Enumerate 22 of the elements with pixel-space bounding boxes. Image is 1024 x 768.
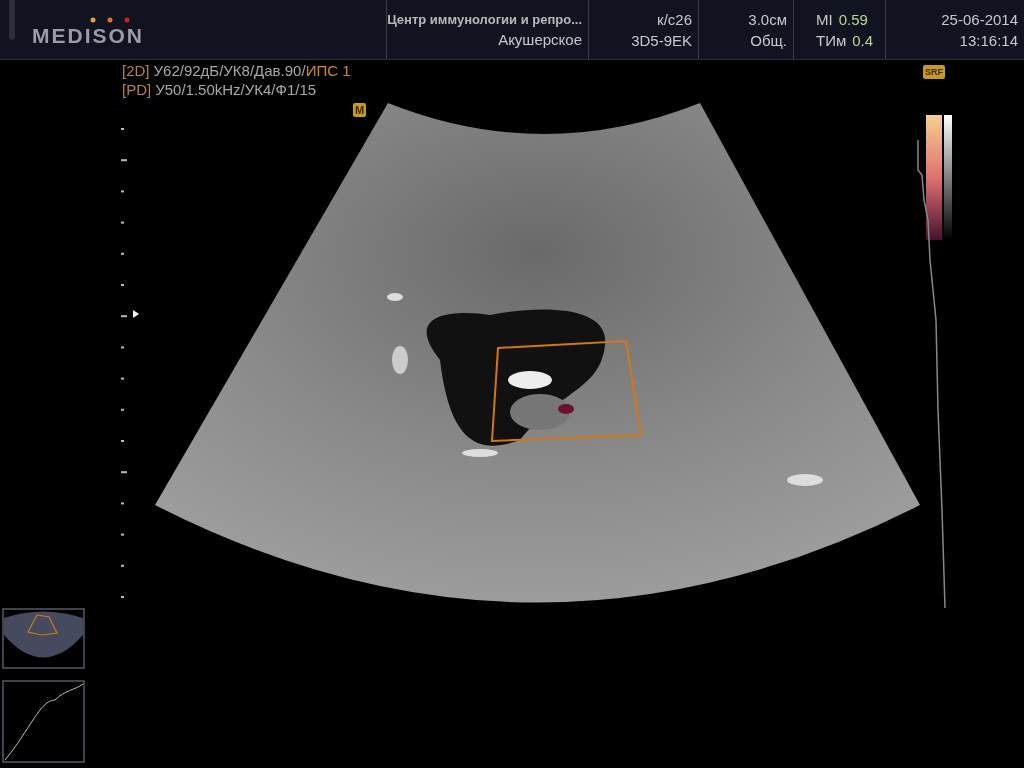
mode-tag: [PD] (122, 81, 152, 98)
ti-label: ТИм (816, 31, 847, 49)
imaging-parameters: У50/1.50kHz/УК4/Ф1/15 (155, 81, 317, 98)
m-badge: M (353, 103, 367, 117)
focus-marker-icon (133, 310, 139, 318)
mi-value: 0.59 (838, 10, 868, 28)
exam-preset: Акушерское (498, 30, 582, 48)
exam-time: 13:16:14 (959, 31, 1018, 49)
srf-badge: SRF (923, 65, 945, 79)
logo-dots-icon (90, 17, 132, 23)
mode-label: Общ. (750, 31, 787, 49)
brand-logo: MEDISON (32, 24, 144, 48)
depth-value: 3.0см (748, 10, 787, 28)
exam-date: 25-06-2014 (941, 10, 1018, 28)
institution-name: Центр иммунологии и репро... (387, 11, 582, 27)
mi-label: MI (816, 10, 833, 28)
mode-tag: [2D] (122, 62, 150, 79)
ti-value: 0.4 (852, 31, 874, 49)
flow-spot (558, 404, 574, 414)
frame-rate: к/с26 (657, 10, 692, 28)
imaging-parameters: У62/92дБ/УК8/Дав.90/ИПС 1 (153, 62, 351, 79)
probe-name: 3D5-9EK (631, 31, 692, 49)
